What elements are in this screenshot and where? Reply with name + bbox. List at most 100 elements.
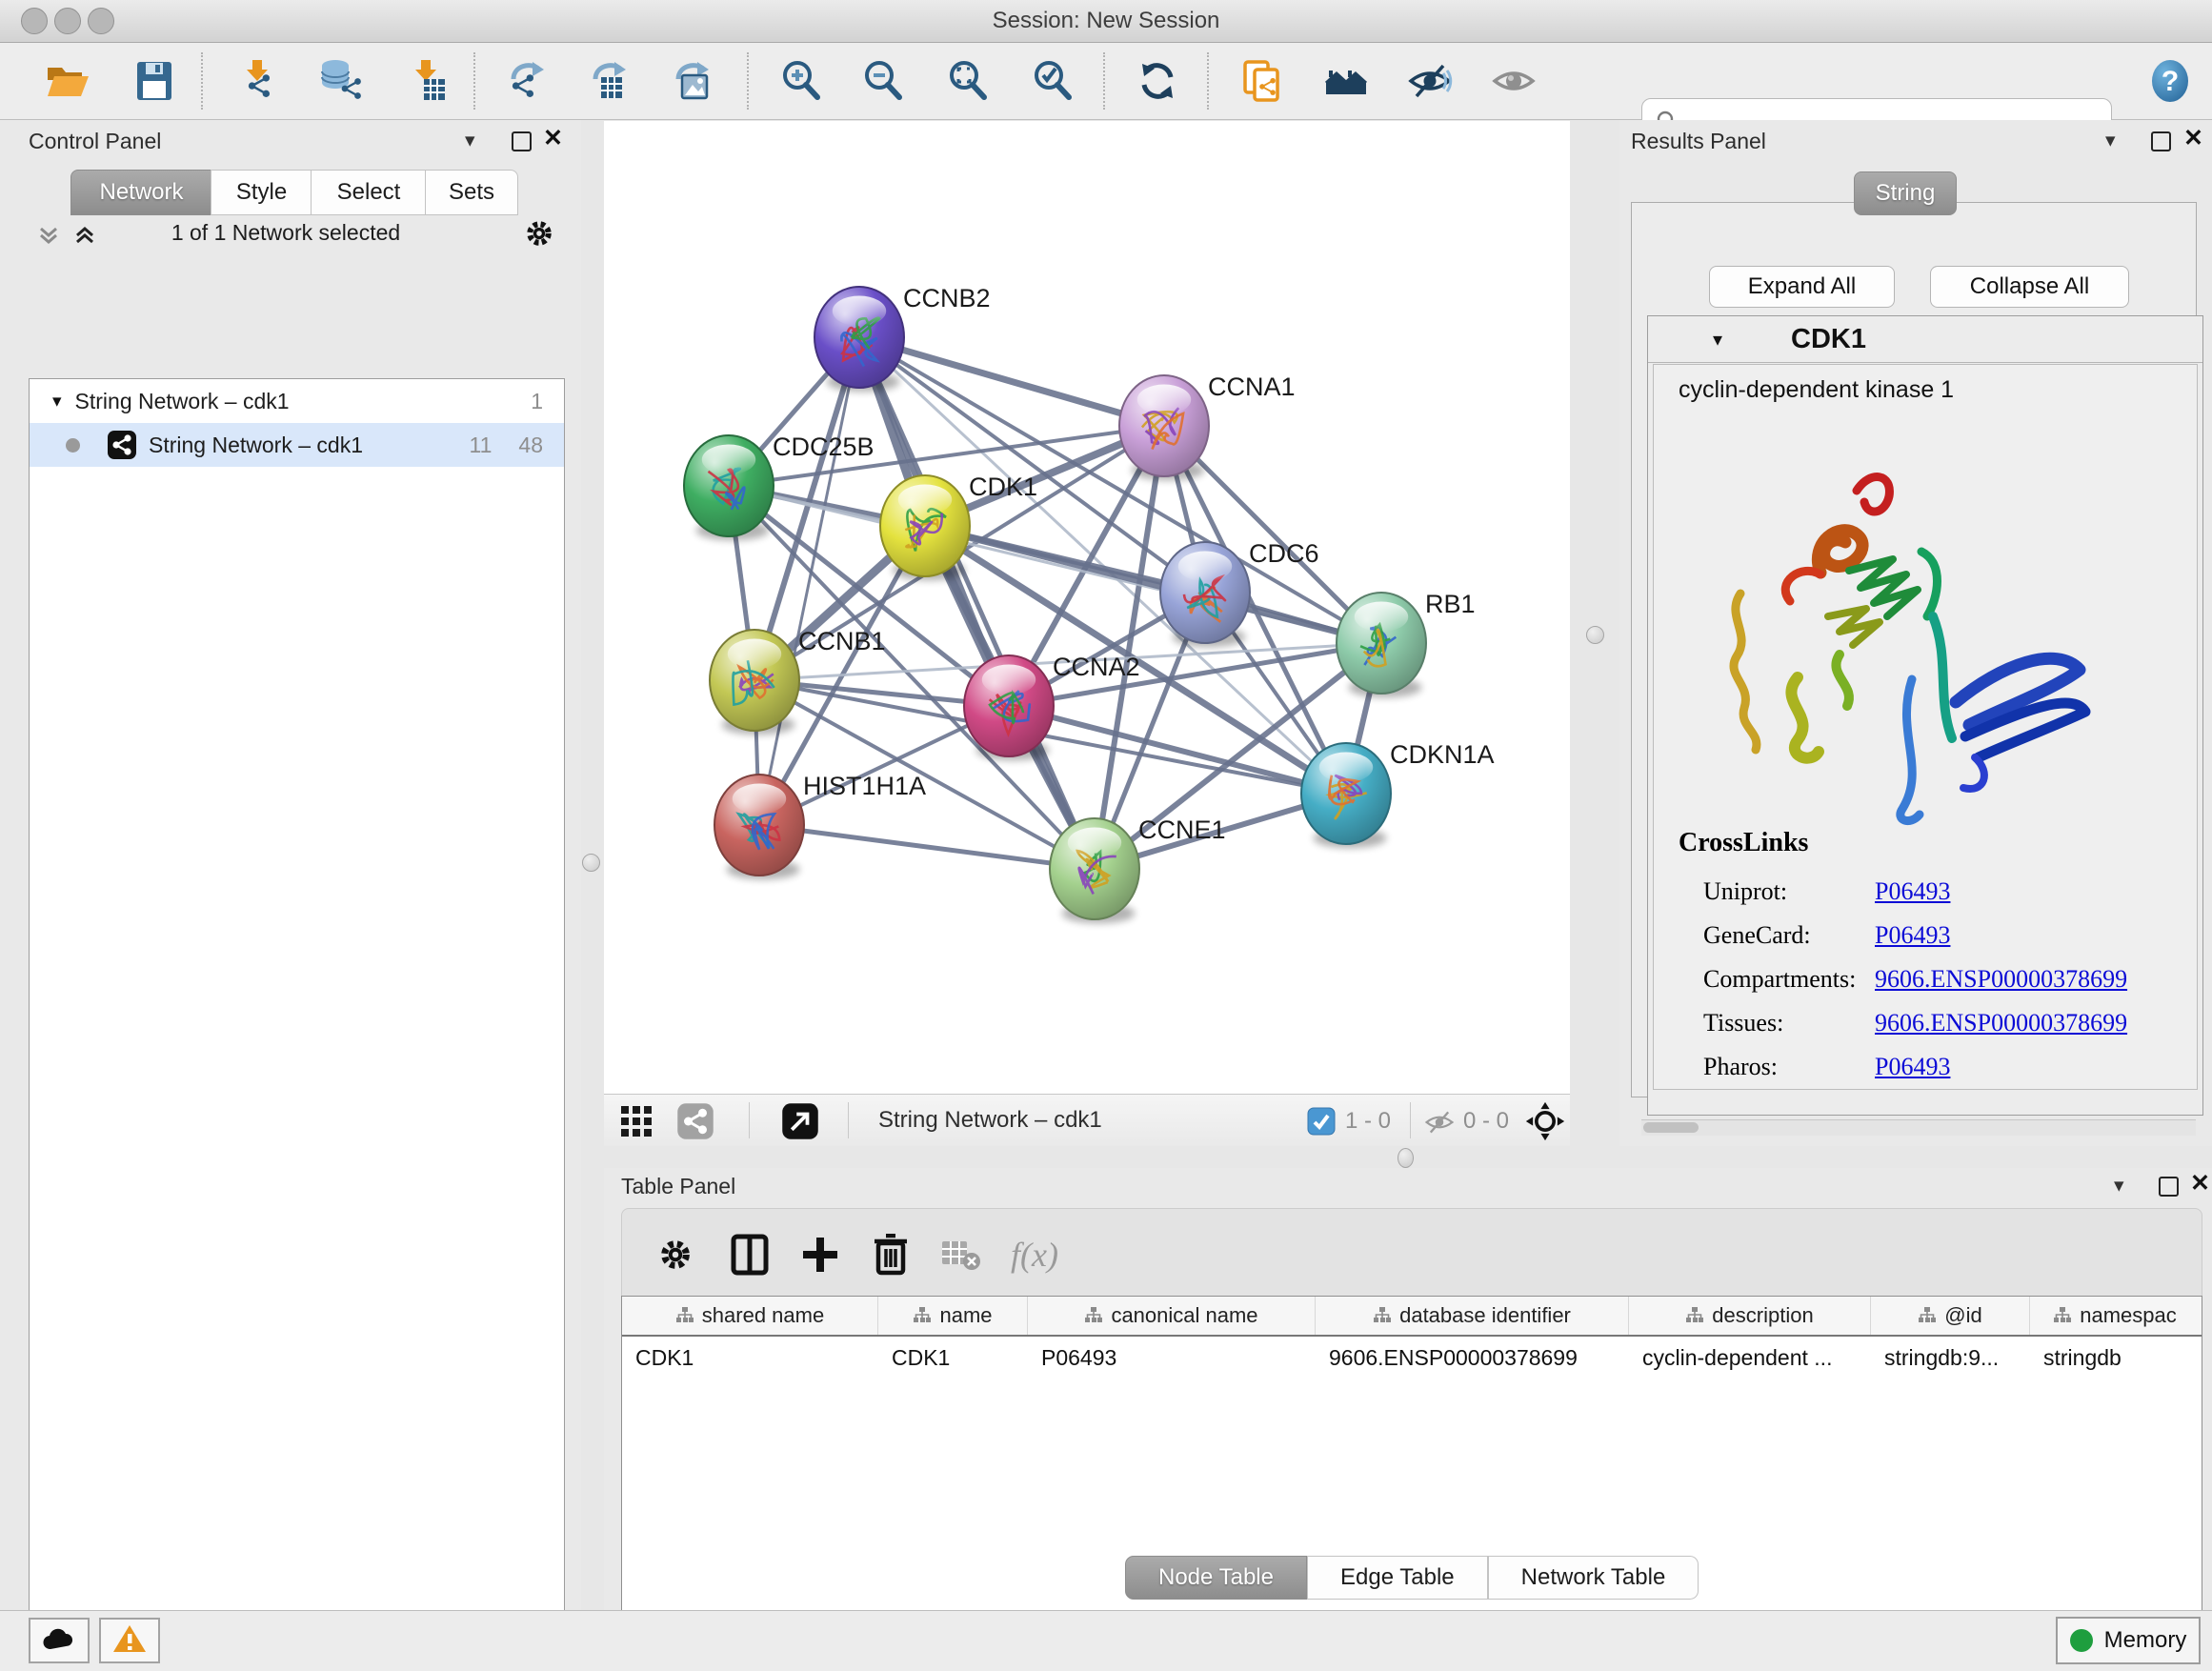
column-header[interactable]: canonical name — [1028, 1297, 1316, 1335]
tab-node-table[interactable]: Node Table — [1125, 1556, 1307, 1600]
first-neighbors-icon[interactable] — [1322, 56, 1372, 106]
table-panel-float-icon[interactable]: ▾ — [2114, 1177, 2124, 1196]
show-all-icon[interactable] — [1489, 56, 1538, 106]
node-CCNB1[interactable]: CCNB1 — [710, 627, 886, 735]
import-database-icon[interactable] — [316, 56, 366, 106]
table-tabs: Node Table Edge Table Network Table — [1125, 1556, 1699, 1600]
node-RB1[interactable]: RB1 — [1337, 590, 1476, 697]
node-CCNA1[interactable]: CCNA1 — [1119, 372, 1296, 480]
hide-selected-icon[interactable] — [1405, 56, 1455, 106]
protein-name: CDK1 — [1791, 324, 1866, 355]
node-label-CCNB2: CCNB2 — [903, 284, 991, 312]
open-in-window-icon[interactable] — [781, 1102, 819, 1145]
table-panel-maximize-icon[interactable] — [2159, 1177, 2179, 1197]
collection-expander-icon[interactable]: ▾ — [52, 391, 62, 413]
crosslink-uniprot[interactable]: P06493 — [1875, 877, 1950, 906]
node-CCNE1[interactable]: CCNE1 — [1050, 815, 1226, 923]
column-header[interactable]: description — [1629, 1297, 1871, 1335]
edge-HIST1H1A-CCNE1[interactable] — [759, 825, 1095, 869]
crosslink-compartments[interactable]: 9606.ENSP00000378699 — [1875, 965, 2127, 994]
results-hscrollbar[interactable] — [1641, 1119, 2196, 1136]
save-session-icon[interactable] — [130, 56, 179, 106]
zoom-selected-icon[interactable] — [1029, 56, 1078, 106]
memory-button[interactable]: Memory — [2056, 1617, 2201, 1664]
results-panel-float-icon[interactable]: ▾ — [2105, 131, 2116, 151]
right-splitter-handle[interactable] — [1586, 626, 1604, 644]
node-label-RB1: RB1 — [1425, 590, 1476, 618]
results-panel-title: Results Panel — [1631, 129, 1766, 154]
tab-network-table[interactable]: Network Table — [1488, 1556, 1699, 1600]
crosslink-genecard[interactable]: P06493 — [1875, 921, 1950, 950]
node-label-CCNA2: CCNA2 — [1053, 653, 1140, 681]
tab-style[interactable]: Style — [211, 170, 312, 215]
warnings-button[interactable] — [99, 1618, 160, 1663]
network-canvas[interactable]: CCNB2 CCNA1 CDC25B CDK1 CDC6 RB1 CCNB1 — [604, 121, 1570, 1094]
tab-edge-table[interactable]: Edge Table — [1307, 1556, 1488, 1600]
tab-network[interactable]: Network — [70, 170, 212, 215]
node-label-CCNE1: CCNE1 — [1138, 815, 1226, 844]
collapse-all-networks-icon[interactable] — [70, 221, 99, 254]
toolbar-separator — [201, 52, 203, 110]
expand-all-button[interactable]: Expand All — [1709, 266, 1895, 308]
column-header[interactable]: @id — [1871, 1297, 2030, 1335]
import-network-icon[interactable] — [234, 56, 284, 106]
table-panel: Table Panel ▾ ✕ f(x) shared name — [604, 1168, 2212, 1610]
control-panel-float-icon[interactable]: ▾ — [465, 131, 475, 151]
horizontal-splitter-handle[interactable] — [1398, 1148, 1414, 1168]
duplicate-network-icon[interactable] — [1237, 56, 1287, 106]
node-CCNB2[interactable]: CCNB2 — [814, 284, 991, 392]
network-edge-count: 48 — [518, 433, 543, 458]
export-table-icon[interactable] — [584, 56, 633, 106]
collapse-all-button[interactable]: Collapse All — [1930, 266, 2129, 308]
column-header[interactable]: database identifier — [1316, 1297, 1629, 1335]
column-header[interactable]: namespac — [2030, 1297, 2200, 1335]
import-table-icon[interactable] — [403, 56, 452, 106]
memory-label: Memory — [2104, 1627, 2187, 1654]
delete-column-icon[interactable] — [866, 1230, 915, 1279]
cloud-status-button[interactable] — [29, 1618, 90, 1663]
toolbar-separator — [848, 1102, 849, 1138]
help-button[interactable]: ? — [2145, 56, 2195, 106]
control-panel-maximize-icon[interactable] — [512, 131, 532, 151]
network-selection-status: 1 of 1 Network selected — [124, 220, 448, 246]
refresh-icon[interactable] — [1133, 56, 1182, 106]
control-panel-close-icon[interactable]: ✕ — [543, 129, 563, 148]
crosshair-pan-icon[interactable] — [1524, 1100, 1566, 1147]
left-splitter-handle[interactable] — [582, 854, 600, 872]
crosslink-tissues[interactable]: 9606.ENSP00000378699 — [1875, 1009, 2127, 1037]
table-panel-close-icon[interactable]: ✕ — [2190, 1174, 2210, 1193]
status-bar: Memory — [0, 1610, 2212, 1671]
node-HIST1H1A[interactable]: HIST1H1A — [714, 772, 926, 879]
protein-expander-icon[interactable]: ▾ — [1713, 328, 1722, 352]
node-label-CDK1: CDK1 — [969, 473, 1037, 501]
zoom-fit-icon[interactable] — [944, 56, 994, 106]
tab-select[interactable]: Select — [311, 170, 427, 215]
grid-view-icon[interactable] — [619, 1104, 654, 1143]
node-CDKN1A[interactable]: CDKN1A — [1301, 740, 1495, 848]
create-column-icon[interactable] — [795, 1230, 845, 1279]
edge-CCNB2-HIST1H1A[interactable] — [759, 337, 859, 825]
table-row[interactable]: CDK1 CDK1 P06493 9606.ENSP00000378699 cy… — [622, 1337, 2202, 1379]
network-collection-row[interactable]: ▾ String Network – cdk1 1 — [30, 379, 564, 423]
results-panel-close-icon[interactable]: ✕ — [2183, 129, 2203, 148]
results-hscroll-thumb[interactable] — [1643, 1122, 1699, 1133]
show-columns-icon[interactable] — [725, 1230, 774, 1279]
results-panel-maximize-icon[interactable] — [2151, 131, 2171, 151]
zoom-in-icon[interactable] — [777, 56, 827, 106]
expand-all-networks-icon[interactable] — [34, 221, 63, 254]
export-image-icon[interactable] — [667, 56, 716, 106]
table-gear-icon[interactable] — [651, 1230, 700, 1279]
network-options-gear-icon[interactable] — [522, 216, 556, 255]
cytoscape-window: Session: New Session ? Control Panel ▾ ✕… — [0, 0, 2212, 1671]
column-header[interactable]: name — [878, 1297, 1028, 1335]
network-share-icon[interactable] — [676, 1102, 714, 1145]
column-header[interactable]: shared name — [622, 1297, 878, 1335]
open-session-icon[interactable] — [42, 56, 91, 106]
export-network-icon[interactable] — [502, 56, 552, 106]
network-row[interactable]: String Network – cdk1 11 48 — [30, 423, 564, 467]
zoom-out-icon[interactable] — [859, 56, 909, 106]
crosslink-pharos[interactable]: P06493 — [1875, 1053, 1950, 1081]
selected-checkbox-icon[interactable] — [1307, 1107, 1336, 1140]
tab-sets[interactable]: Sets — [425, 170, 518, 215]
tab-string[interactable]: String — [1854, 171, 1957, 215]
